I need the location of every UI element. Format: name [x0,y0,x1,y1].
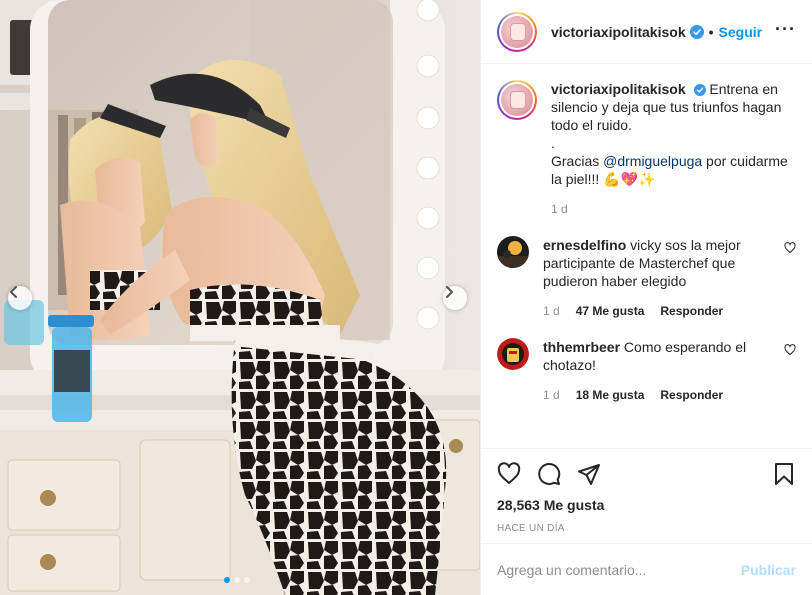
add-comment-bar: Publicar [481,543,812,595]
like-comment-heart-icon[interactable] [784,242,796,254]
commenter-photo [497,236,529,268]
previous-slide-button[interactable] [8,286,32,310]
author-username[interactable]: victoriaxipolitakisok [551,24,686,40]
more-options-button[interactable]: ··· [775,20,796,38]
carousel-dot [224,577,230,583]
heart-icon[interactable] [497,462,521,486]
verified-badge-icon [693,84,706,96]
bookmark-icon[interactable] [772,462,796,486]
reply-button[interactable]: Responder [660,386,723,404]
post-timestamp[interactable]: HACE UN DÍA [497,523,796,534]
carousel-dot [244,577,250,583]
comments-list[interactable]: victoriaxipolitakisok Entrena en silenci… [481,64,812,448]
post-actions: 28,563 Me gusta HACE UN DÍA [481,448,812,534]
comment-likes[interactable]: 47 Me gusta [576,302,645,320]
caption: victoriaxipolitakisok Entrena en silenci… [497,80,796,218]
like-comment-heart-icon[interactable] [784,344,796,356]
verified-badge-icon [689,24,704,39]
caption-age[interactable]: 1 d [551,200,568,218]
mention-link[interactable]: @drmiguelpuga [603,153,702,169]
comment-age[interactable]: 1 d [543,302,560,320]
profile-photo [501,15,533,48]
share-icon[interactable] [577,462,601,486]
carousel-dot [234,577,240,583]
avatar[interactable] [497,80,537,120]
photo-illustration [0,0,480,595]
chevron-right-icon [446,286,453,298]
comment-input[interactable] [497,561,741,578]
post-image[interactable] [0,0,480,595]
likes-count[interactable]: 28,563 Me gusta [497,497,796,513]
caption-thanks-prefix: Gracias [551,153,604,169]
commenter-photo [497,338,529,370]
post-details-panel: victoriaxipolitakisok • Seguir ··· victo… [480,0,812,595]
comment-username[interactable]: thhemrbeer [543,339,620,355]
post-view: victoriaxipolitakisok • Seguir ··· victo… [0,0,812,595]
carousel-indicator [224,577,250,583]
next-slide-button[interactable] [443,286,467,310]
comment-likes[interactable]: 18 Me gusta [576,386,645,404]
post-comment-button[interactable]: Publicar [741,562,796,578]
comment-item: ernesdelfino vicky sos la mejor particip… [497,236,796,320]
profile-photo [501,84,533,116]
header-separator: • [708,23,714,40]
avatar[interactable] [497,338,529,370]
comment-item: thhemrbeer Como esperando el chotazo! 1 … [497,338,796,404]
comment-username[interactable]: ernesdelfino [543,237,626,253]
comment-icon[interactable] [537,462,561,486]
reply-button[interactable]: Responder [660,302,723,320]
caption-username[interactable]: victoriaxipolitakisok [551,81,686,97]
comment-age[interactable]: 1 d [543,386,560,404]
avatar[interactable] [497,11,537,52]
chevron-left-icon [10,286,17,298]
avatar[interactable] [497,236,529,268]
follow-button[interactable]: Seguir [719,24,763,40]
caption-dot: . [551,135,555,151]
post-header: victoriaxipolitakisok • Seguir ··· [481,0,812,64]
